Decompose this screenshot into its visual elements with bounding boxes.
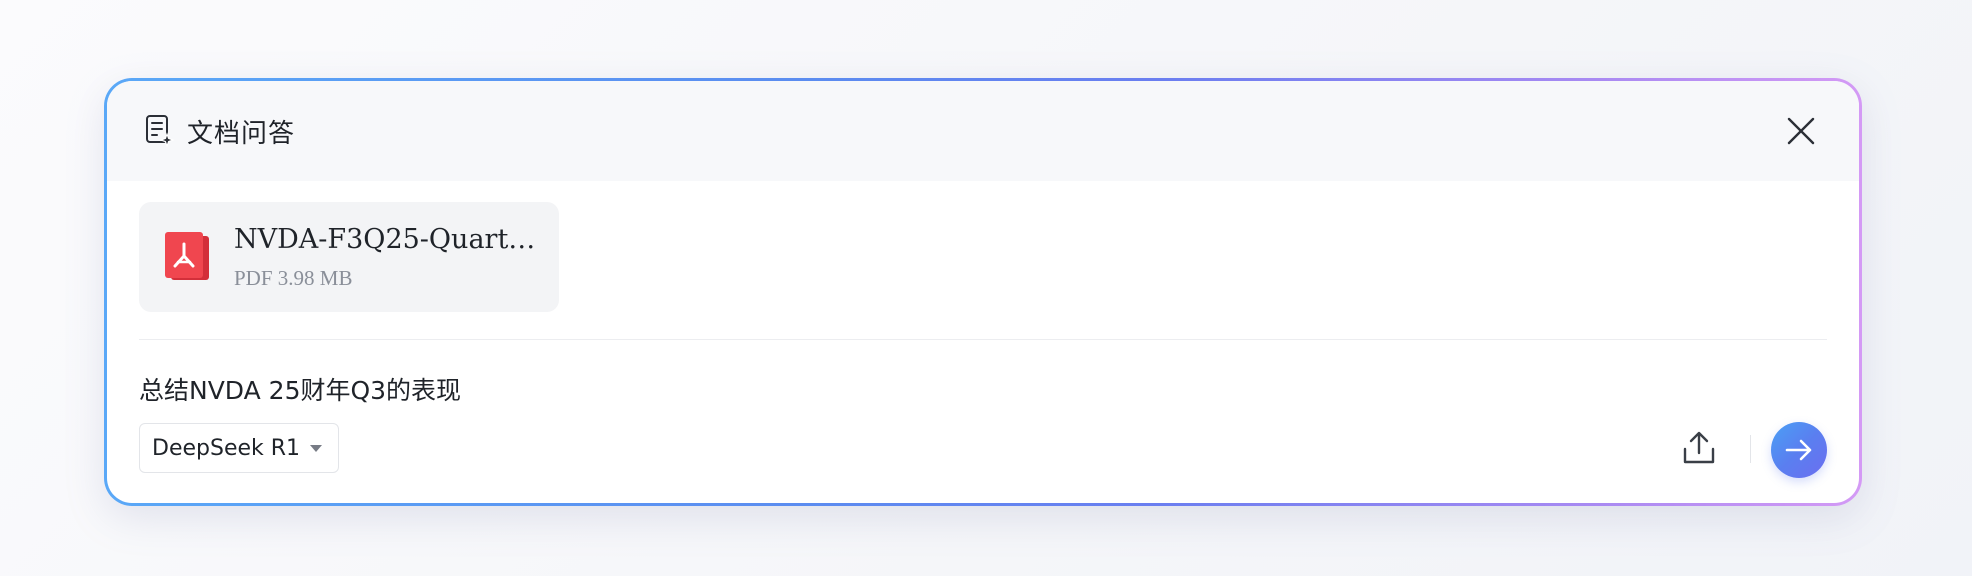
model-select-value: DeepSeek R1: [152, 435, 301, 461]
attached-file-card[interactable]: NVDA-F3Q25-Quart… PDF 3.98 MB: [139, 202, 559, 312]
arrow-right-icon: [1785, 439, 1812, 461]
action-separator: [1750, 435, 1751, 463]
pdf-file-icon: [163, 232, 211, 282]
upload-button[interactable]: [1677, 426, 1721, 470]
file-name: NVDA-F3Q25-Quart…: [234, 224, 536, 255]
close-icon: [1787, 117, 1815, 145]
dialog-header: 文档问答: [107, 81, 1859, 181]
upload-icon: [1683, 431, 1715, 464]
model-select[interactable]: DeepSeek R1: [139, 423, 339, 473]
caret-down-icon: [310, 444, 323, 452]
dialog-title: 文档问答: [187, 118, 296, 149]
send-button[interactable]: [1771, 422, 1827, 478]
dialog-body: 文档问答 NVDA-F3Q25-Quart… PDF 3.98 MB 总结NVD…: [107, 81, 1859, 503]
document-ai-icon: [145, 114, 175, 148]
divider: [139, 339, 1827, 340]
document-qa-dialog: 文档问答 NVDA-F3Q25-Quart… PDF 3.98 MB 总结NVD…: [104, 78, 1862, 506]
query-input[interactable]: 总结NVDA 25财年Q3的表现: [139, 371, 461, 407]
close-button[interactable]: [1781, 111, 1821, 151]
file-meta: PDF 3.98 MB: [234, 266, 353, 290]
